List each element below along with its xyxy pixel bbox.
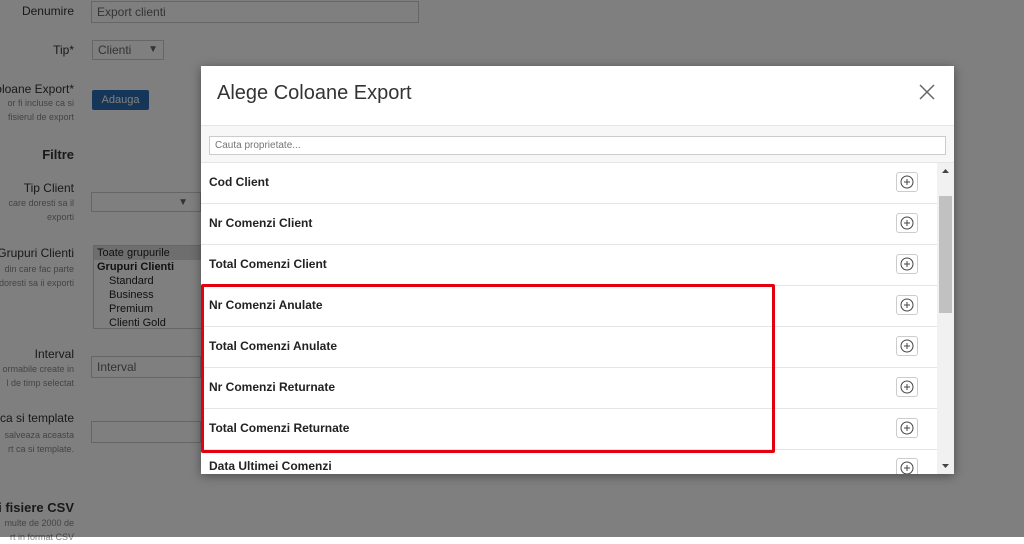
search-bar (201, 126, 954, 163)
add-property-button[interactable] (896, 213, 918, 233)
add-property-button[interactable] (896, 295, 918, 315)
property-search-input[interactable] (209, 136, 946, 155)
property-label: Data Ultimei Comenzi (209, 459, 332, 473)
property-label: Cod Client (209, 175, 269, 189)
list-item: Total Comenzi Client (201, 245, 937, 286)
scrollbar-thumb[interactable] (939, 196, 952, 313)
add-property-button[interactable] (896, 377, 918, 397)
modal-title: Alege Coloane Export (217, 82, 412, 104)
close-icon[interactable] (918, 83, 936, 101)
plus-circle-icon (900, 298, 914, 312)
add-property-button[interactable] (896, 418, 918, 438)
triangle-up-icon[interactable] (937, 163, 954, 180)
plus-circle-icon (900, 216, 914, 230)
triangle-down-icon[interactable] (937, 457, 954, 474)
modal-header: Alege Coloane Export (201, 66, 954, 126)
list-item: Data Ultimei Comenzi (201, 450, 937, 474)
list-item: Cod Client (201, 163, 937, 204)
property-label: Total Comenzi Client (209, 257, 327, 271)
add-property-button[interactable] (896, 458, 918, 474)
plus-circle-icon (900, 257, 914, 271)
add-property-button[interactable] (896, 336, 918, 356)
highlight-box (201, 284, 775, 453)
plus-circle-icon (900, 461, 914, 474)
property-list-scrollbar[interactable] (937, 163, 954, 474)
plus-circle-icon (900, 175, 914, 189)
list-item: Nr Comenzi Client (201, 204, 937, 245)
add-property-button[interactable] (896, 254, 918, 274)
plus-circle-icon (900, 339, 914, 353)
add-property-button[interactable] (896, 172, 918, 192)
plus-circle-icon (900, 421, 914, 435)
property-label: Nr Comenzi Client (209, 216, 313, 230)
plus-circle-icon (900, 380, 914, 394)
